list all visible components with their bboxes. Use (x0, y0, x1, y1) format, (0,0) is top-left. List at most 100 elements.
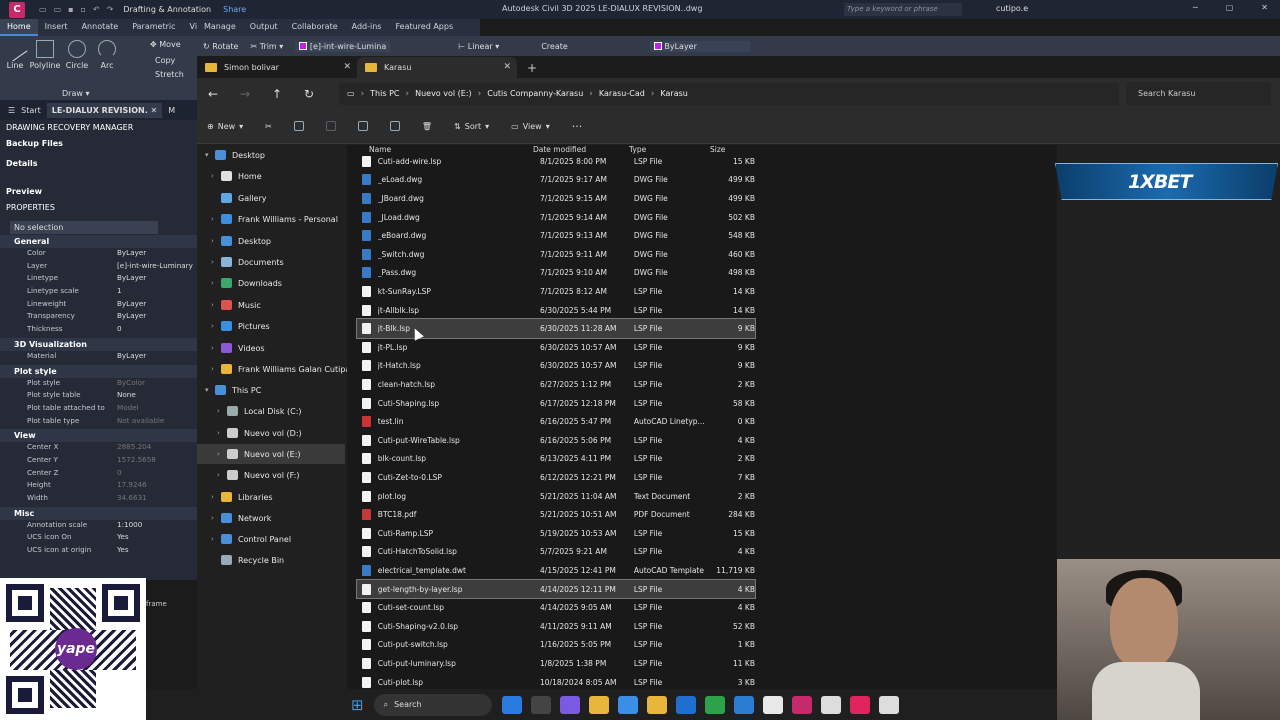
copy-tool[interactable]: Copy (155, 56, 175, 65)
taskbar-app-icon[interactable] (646, 695, 667, 714)
nav-item[interactable]: › Network (197, 508, 271, 528)
crumb-karasu-cad[interactable]: Karasu-Cad (599, 89, 645, 98)
polyline-tool[interactable]: Polyline (28, 40, 62, 70)
nav-item[interactable]: › Libraries (197, 487, 273, 507)
properties-header[interactable]: PROPERTIES (0, 200, 197, 216)
close-tab-icon[interactable]: ✕ (343, 62, 351, 72)
property-row[interactable]: Material ByLayer (0, 351, 197, 364)
file-tab-m[interactable]: M (168, 106, 175, 115)
cut-icon[interactable]: ✂ (265, 122, 272, 131)
layer-dropdown[interactable]: [e]-int-wire-Lumina (295, 40, 391, 52)
stretch-tool[interactable]: Stretch (155, 70, 184, 79)
property-row[interactable]: Color ByLayer (0, 248, 197, 261)
nav-item[interactable]: ▾ Desktop (197, 145, 265, 165)
tab-manage[interactable]: Manage (197, 19, 243, 36)
bylayer-dropdown[interactable]: ByLayer (649, 40, 750, 52)
chevron-icon[interactable]: › (211, 172, 221, 180)
share-button[interactable]: Share (223, 5, 246, 14)
property-row[interactable]: Center Z 0 (0, 468, 197, 481)
quick-access-toolbar[interactable]: ▭ ▭ ▪ ▫ ↶ ↷ (39, 5, 113, 14)
property-row[interactable]: Height 17.9246 (0, 480, 197, 493)
property-row[interactable]: Plot table attached to Model (0, 403, 197, 416)
more-options-icon[interactable]: ··· (572, 120, 583, 133)
workspace-selector[interactable]: Drafting & Annotation (123, 5, 211, 14)
taskbar-app-icon[interactable] (849, 695, 870, 714)
chevron-icon[interactable]: › (211, 365, 221, 373)
back-icon[interactable]: ← (197, 87, 229, 101)
sort-button[interactable]: ⇅ Sort ▾ (454, 122, 489, 131)
file-row[interactable]: electrical_template.dwt 4/15/2025 12:41 P… (357, 561, 755, 580)
crumb-volume-e[interactable]: Nuevo vol (E:) (415, 89, 472, 98)
file-row[interactable]: Cuti-add-wire.lsp 8/1/2025 8:00 PM LSP Fil… (357, 152, 755, 171)
details-header[interactable]: Details (0, 156, 197, 172)
taskbar-app-icon[interactable] (791, 695, 812, 714)
chevron-icon[interactable]: › (217, 471, 227, 479)
property-row[interactable]: Center X 2885.204 (0, 442, 197, 455)
explorer-search-input[interactable]: Search Karasu (1126, 82, 1271, 105)
tab-addins[interactable]: Add-ins (345, 19, 389, 36)
file-tab-dialux[interactable]: LE-DIALUX REVISION. ✕ (46, 102, 163, 118)
taskbar-app-icon[interactable] (675, 695, 696, 714)
tab-output[interactable]: Output (243, 19, 285, 36)
move-tool[interactable]: ✥ Move (150, 40, 181, 49)
user-account[interactable]: cutipo.e (996, 4, 1028, 13)
taskbar-app-icon[interactable] (704, 695, 725, 714)
taskbar-app-icon[interactable] (820, 695, 841, 714)
chevron-icon[interactable]: › (217, 429, 227, 437)
tab-featured-apps[interactable]: Featured Apps (388, 19, 460, 36)
chevron-icon[interactable]: › (211, 279, 221, 287)
property-row[interactable]: Linetype scale 1 (0, 286, 197, 299)
line-tool[interactable]: Line (2, 36, 28, 70)
property-row[interactable]: UCS icon On Yes (0, 532, 197, 545)
file-row[interactable]: BTC18.pdf 5/21/2025 10:51 AM PDF Document 2… (357, 505, 755, 524)
selection-dropdown[interactable]: No selection (10, 221, 158, 234)
file-row[interactable]: _Pass.dwg 7/1/2025 9:10 AM DWG File 498 KB (357, 264, 755, 283)
linear-dim-tool[interactable]: ⊢ Linear ▾ (458, 42, 499, 51)
taskbar-app-icon[interactable] (762, 695, 783, 714)
backup-files-header[interactable]: Backup Files (0, 136, 197, 152)
file-row[interactable]: jt-PL.lsp 6/30/2025 10:57 AM LSP File 9 KB (357, 338, 755, 357)
taskbar-app-icon[interactable] (559, 695, 580, 714)
nav-item[interactable]: › Nuevo vol (D:) (197, 423, 302, 443)
file-row[interactable]: get-length-by-layer.lsp 4/14/2025 12:11 P… (356, 578, 756, 600)
explorer-tab-simon-bolivar[interactable]: Simon bolivar ✕ (197, 57, 357, 78)
close-icon[interactable]: ✕ (1261, 3, 1268, 12)
nav-item[interactable]: › Local Disk (C:) (197, 401, 302, 421)
property-row[interactable]: Annotation scale 1:1000 (0, 520, 197, 533)
tab-insert[interactable]: Insert (38, 19, 75, 36)
draw-panel-label[interactable]: Draw ▾ (62, 89, 89, 98)
taskbar-app-icon[interactable] (501, 695, 522, 714)
nav-item[interactable]: › Frank Williams Galan Cutipa (197, 359, 350, 379)
chevron-icon[interactable]: › (211, 215, 221, 223)
up-icon[interactable]: ↑ (261, 87, 293, 101)
taskbar-app-icon[interactable] (530, 695, 551, 714)
property-row[interactable]: Plot style table None (0, 390, 197, 403)
paste-icon[interactable] (325, 121, 336, 131)
tab-parametric[interactable]: Parametric (125, 19, 182, 36)
property-row[interactable]: Width 34.6631 (0, 493, 197, 506)
rename-icon[interactable] (357, 121, 368, 131)
chevron-icon[interactable]: › (211, 322, 221, 330)
plot-style-section[interactable]: Plot style (0, 364, 197, 378)
redo-icon[interactable]: ↷ (107, 5, 114, 14)
chevron-icon[interactable]: › (211, 237, 221, 245)
file-row[interactable]: _eLoad.dwg 7/1/2025 9:17 AM DWG File 499 KB (357, 171, 755, 190)
tab-collaborate[interactable]: Collaborate (285, 19, 345, 36)
new-tab-icon[interactable]: + (527, 61, 537, 75)
file-row[interactable]: Cuti-plot.lsp 10/18/2024 8:05 AM LSP File 3… (357, 673, 755, 689)
save-icon[interactable]: ▪ (68, 5, 73, 14)
property-row[interactable]: Layer [e]-int-wire-Luminary (0, 261, 197, 274)
nav-item[interactable]: › Control Panel (197, 529, 291, 549)
maximize-icon[interactable]: ▢ (1226, 3, 1234, 12)
nav-item[interactable]: › Home (197, 166, 262, 186)
tab-home[interactable]: Home (0, 19, 38, 36)
misc-section[interactable]: Misc (0, 506, 197, 520)
file-row[interactable]: Cuti-put-WireTable.lsp 6/16/2025 5:06 PM L… (357, 431, 755, 450)
chevron-icon[interactable]: ▾ (205, 386, 215, 394)
nav-item[interactable]: Gallery (197, 188, 267, 208)
chevron-icon[interactable]: › (211, 535, 221, 543)
chevron-icon[interactable]: › (217, 407, 227, 415)
file-row[interactable]: jt-Allblk.lsp 6/30/2025 5:44 PM LSP File 14… (357, 301, 755, 320)
property-row[interactable]: Transparency ByLayer (0, 311, 197, 324)
breadcrumb[interactable]: ▭ › This PC › Nuevo vol (E:) › Cutis Compan… (339, 82, 1119, 105)
